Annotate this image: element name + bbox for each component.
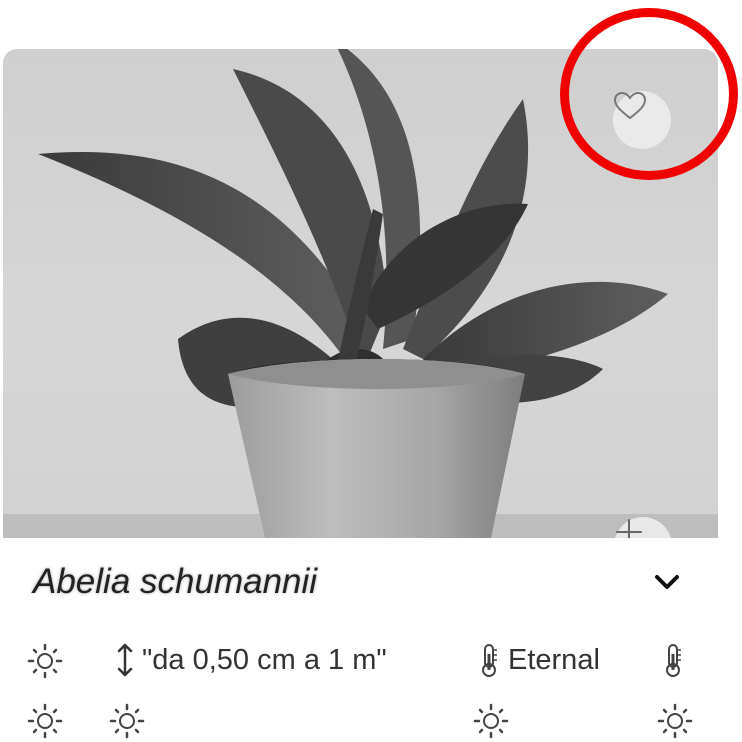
light-attribute-2 [24, 700, 66, 742]
chevron-down-icon [655, 575, 679, 589]
expand-button[interactable] [652, 572, 682, 597]
favorite-button[interactable] [613, 91, 671, 149]
temperature-attribute-2 [662, 642, 684, 678]
sun-icon [27, 643, 63, 679]
sun-icon [27, 703, 63, 739]
height-value: "da 0,50 cm a 1 m" [142, 643, 387, 676]
thermometer-icon [482, 644, 497, 677]
thermometer-icon [666, 644, 681, 677]
card-header: Abelia schumannii [0, 562, 718, 614]
plant-name: Abelia schumannii [33, 562, 318, 601]
vertical-arrows-icon [117, 643, 133, 677]
sun-icon [473, 703, 509, 739]
light-attribute-3 [106, 700, 148, 742]
plant-card: Abelia schumannii "da 0,50 cm a 1 m" Ete… [0, 0, 742, 739]
temperature-attribute: Eternal [478, 642, 600, 678]
light-attribute [24, 640, 66, 682]
sun-icon [109, 703, 145, 739]
height-attribute: "da 0,50 cm a 1 m" [116, 642, 387, 678]
heart-outline-icon [613, 91, 647, 120]
plant-photo[interactable] [3, 49, 718, 538]
plant-image [3, 49, 718, 538]
light-attribute-5 [654, 700, 696, 742]
sun-icon [657, 703, 693, 739]
light-attribute-4 [470, 700, 512, 742]
temperature-value: Eternal [508, 643, 600, 676]
plus-icon [616, 519, 642, 538]
